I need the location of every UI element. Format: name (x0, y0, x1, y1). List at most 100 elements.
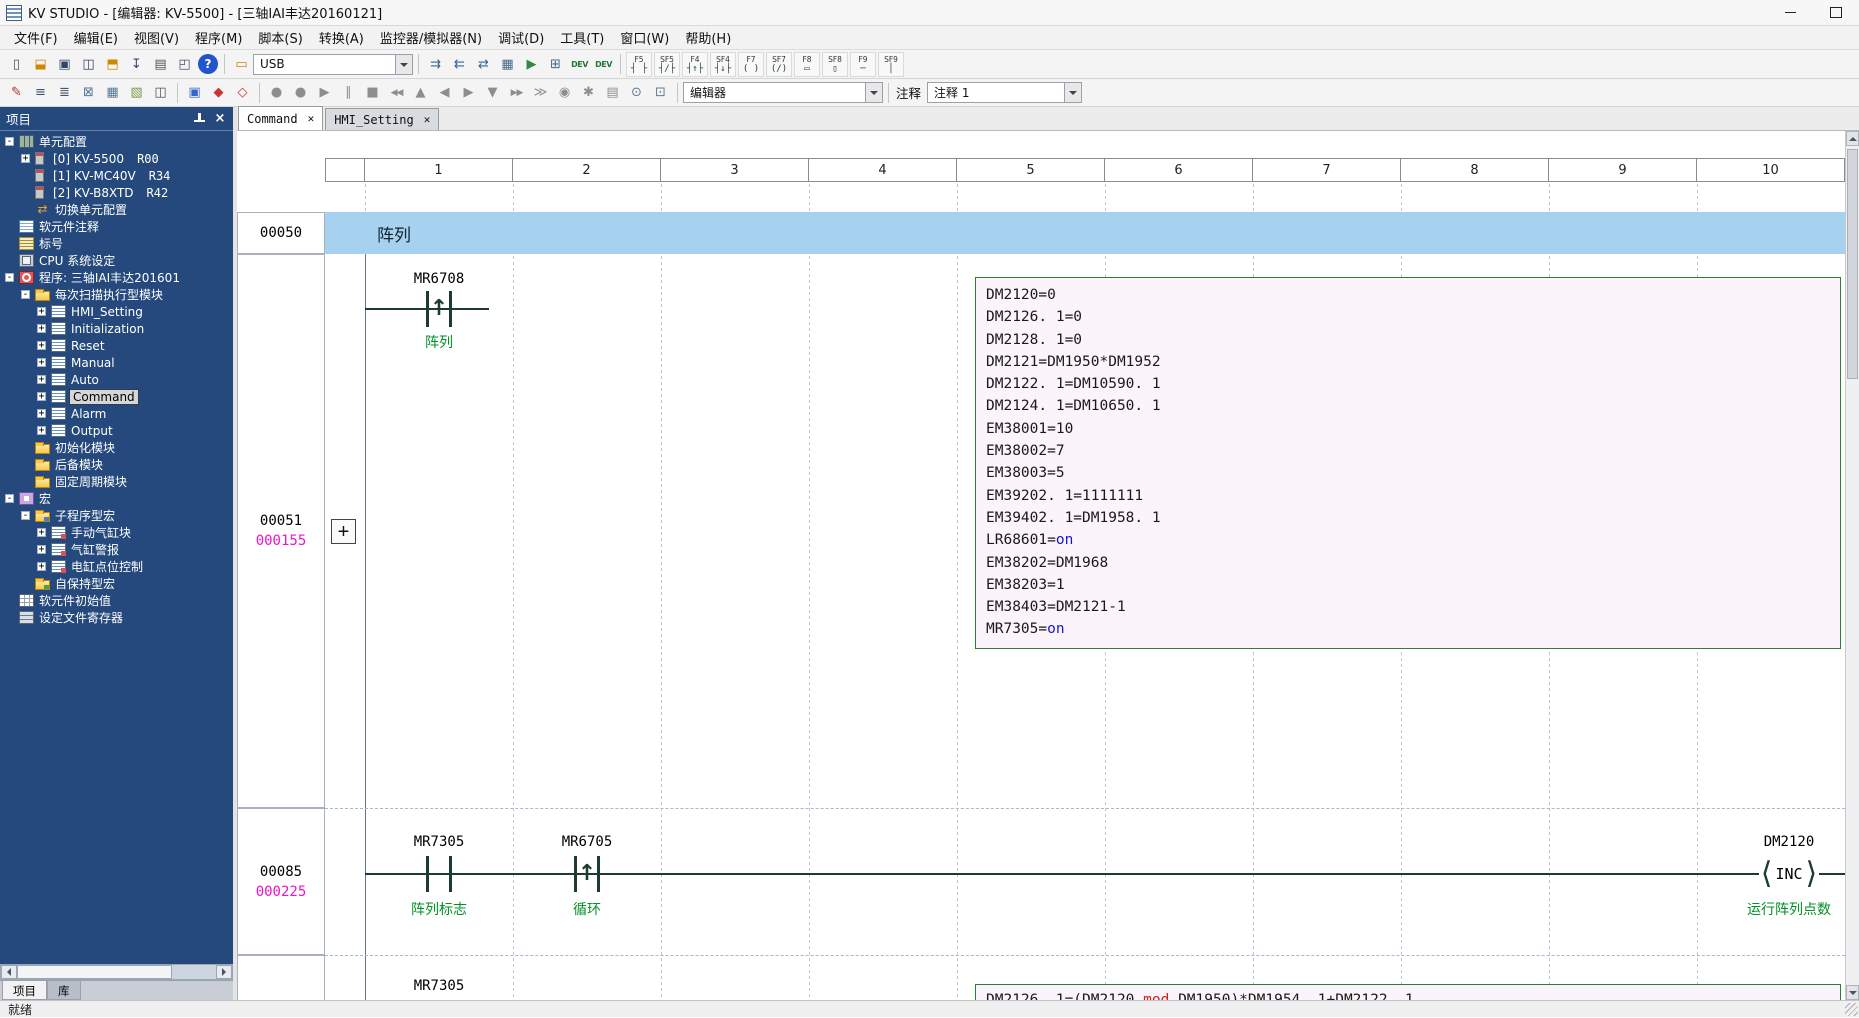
comment-view-button[interactable]: ≡ (29, 81, 52, 104)
hold-button[interactable]: ✱ (577, 81, 600, 104)
continue-button[interactable]: ≫ (529, 81, 552, 104)
play-button[interactable]: ▶ (313, 81, 336, 104)
expand-toggle-icon[interactable] (37, 392, 46, 401)
tree-item[interactable]: HMI_Setting (0, 303, 233, 320)
menu-item[interactable]: 程序(M) (187, 26, 250, 49)
tree-item[interactable]: 子程序型宏 (0, 507, 233, 524)
fn-sf4-button[interactable]: SF4 ┤↓├ (710, 52, 736, 77)
editor-tab[interactable]: Command (238, 106, 323, 130)
ladder-monitor-button[interactable]: ⊞ (544, 53, 567, 76)
capture-button[interactable]: ▣ (183, 81, 206, 104)
record-button[interactable]: ● (265, 81, 288, 104)
help-button[interactable]: ? (198, 54, 218, 74)
menu-item[interactable]: 文件(F) (6, 26, 66, 49)
simulator-button[interactable]: ▶ (520, 53, 543, 76)
image-button[interactable]: ▧ (125, 81, 148, 104)
tree-item[interactable]: Command (0, 388, 233, 405)
rising-edge-contact[interactable] (426, 291, 452, 327)
expand-toggle-icon[interactable] (5, 494, 14, 503)
print-preview-button[interactable]: ◰ (173, 53, 196, 76)
menu-item[interactable]: 视图(V) (126, 26, 187, 49)
fn-sf8-button[interactable]: SF8 ▯ (822, 52, 848, 77)
transfer-from-plc-button[interactable]: ⇇ (448, 53, 471, 76)
fn-sf7-button[interactable]: SF7 (/) (766, 52, 792, 77)
pause-button[interactable]: ∥ (337, 81, 360, 104)
combo-arrow-icon[interactable] (865, 83, 882, 102)
hscroll-thumb[interactable] (17, 965, 172, 979)
fn-f5-button[interactable]: F5 ┤ ├ (626, 52, 652, 77)
scroll-right-icon[interactable] (216, 965, 232, 979)
rung-comment-row[interactable]: 阵列 (325, 212, 1845, 254)
monitor-button[interactable]: ▦ (496, 53, 519, 76)
marker-button[interactable]: ◆ (207, 81, 230, 104)
print-button[interactable]: ▤ (149, 53, 172, 76)
fn-f8-button[interactable]: F8 ▭ (794, 52, 820, 77)
minimize-button[interactable] (1767, 0, 1813, 25)
tree-item[interactable]: Initialization (0, 320, 233, 337)
open-project-button[interactable]: ⬓ (29, 53, 52, 76)
editor-tab[interactable]: HMI_Setting (325, 108, 439, 130)
editor-vscrollbar[interactable] (1845, 131, 1859, 1000)
expand-toggle-icon[interactable] (37, 375, 46, 384)
tree-item[interactable]: CPU 系统设定 (0, 252, 233, 269)
maximize-button[interactable] (1813, 0, 1859, 25)
scroll-left-icon[interactable] (1, 965, 17, 979)
close-tab-icon[interactable] (308, 112, 315, 125)
tree-item[interactable]: 设定文件寄存器 (0, 609, 233, 626)
scroll-down-icon[interactable] (1846, 985, 1859, 1000)
tree-item[interactable]: Reset (0, 337, 233, 354)
menu-item[interactable]: 编辑(E) (66, 26, 126, 49)
device-monitor-button[interactable]: DEV (568, 53, 591, 76)
fn-f4-button[interactable]: F4 ┤↑├ (682, 52, 708, 77)
expand-toggle-icon[interactable] (5, 273, 14, 282)
step-prev-button[interactable]: ◀ (433, 81, 456, 104)
step-first-button[interactable]: ◀◀ (385, 81, 408, 104)
expand-toggle-icon[interactable] (37, 358, 46, 367)
editor-mode-combo[interactable]: 编辑器 (683, 82, 883, 103)
tree-item[interactable]: 气缸警报 (0, 541, 233, 558)
save-monitor-button[interactable]: ◫ (77, 53, 100, 76)
panel-tab[interactable]: 项目 (2, 981, 47, 1000)
tree-item[interactable]: Output (0, 422, 233, 439)
step-next-button[interactable]: ▶ (457, 81, 480, 104)
fn-f9-button[interactable]: F9 ─ (850, 52, 876, 77)
expand-toggle-icon[interactable] (37, 307, 46, 316)
resize-grip[interactable] (1845, 1003, 1858, 1016)
tree-item[interactable]: [1] KV-MC40V R34 (0, 167, 233, 184)
tree-item[interactable]: Manual (0, 354, 233, 371)
combo-arrow-icon[interactable] (1064, 83, 1081, 102)
expand-toggle-icon[interactable] (21, 154, 30, 163)
combo-arrow-icon[interactable] (395, 55, 412, 74)
tree-item[interactable]: 后备模块 (0, 456, 233, 473)
tree-item[interactable]: [2] KV-B8XTD R42 (0, 184, 233, 201)
expand-toggle-icon[interactable] (21, 290, 30, 299)
close-panel-icon[interactable] (213, 113, 227, 125)
no-contact[interactable] (426, 856, 452, 892)
fn-sf9-button[interactable]: SF9 │ (878, 52, 904, 77)
ladder-view-button[interactable]: ▦ (101, 81, 124, 104)
step-down-button[interactable]: ▼ (481, 81, 504, 104)
tree-item[interactable]: 标号 (0, 235, 233, 252)
tree-item[interactable]: 软元件初始值 (0, 592, 233, 609)
marker-clear-button[interactable]: ◇ (231, 81, 254, 104)
collapse-rung-button[interactable] (331, 519, 356, 544)
tree-item[interactable]: [0] KV-5500 R00 (0, 150, 233, 167)
menu-item[interactable]: 调试(D) (490, 26, 552, 49)
script-button[interactable]: ⊠ (77, 81, 100, 104)
expand-toggle-icon[interactable] (37, 324, 46, 333)
breakpoint-button[interactable]: ◉ (553, 81, 576, 104)
tree-item[interactable]: Alarm (0, 405, 233, 422)
label-view-button[interactable]: ≣ (53, 81, 76, 104)
edit-mode-button[interactable]: ✎ (5, 81, 28, 104)
expand-toggle-icon[interactable] (37, 426, 46, 435)
expand-toggle-icon[interactable] (5, 137, 14, 146)
expand-toggle-icon[interactable] (37, 341, 46, 350)
step-up-button[interactable]: ▲ (409, 81, 432, 104)
tree-item[interactable]: 电缸点位控制 (0, 558, 233, 575)
script-box[interactable]: DM2126. 1=(DM2120 mod DM1950)*DM1954. 1+… (975, 984, 1841, 1000)
menu-item[interactable]: 脚本(S) (250, 26, 310, 49)
menu-item[interactable]: 转换(A) (311, 26, 372, 49)
tree-item[interactable]: 宏 (0, 490, 233, 507)
fn-f7-button[interactable]: F7 ( ) (738, 52, 764, 77)
inc-output-coil[interactable]: INC (1759, 856, 1819, 892)
